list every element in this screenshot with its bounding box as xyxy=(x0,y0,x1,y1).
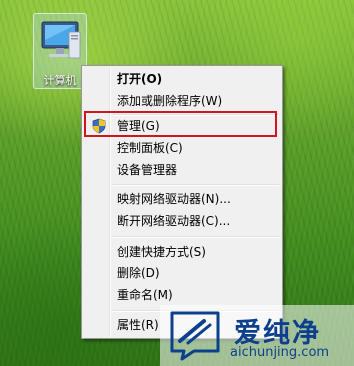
menu-item-device-manager[interactable]: 设备管理器 xyxy=(85,159,279,181)
watermark-url: aichunjing.com xyxy=(230,345,330,360)
watermark: 爱纯净 aichunjing.com xyxy=(160,305,354,366)
menu-item-label: 重命名(M) xyxy=(117,288,173,302)
menu-item-label: 属性(R) xyxy=(117,318,159,332)
menu-item-disconnect-network-drive[interactable]: 断开网络驱动器(C)... xyxy=(85,210,279,232)
site-logo-icon xyxy=(170,311,220,361)
menu-item-create-shortcut[interactable]: 创建快捷方式(S) xyxy=(85,241,279,263)
menu-separator xyxy=(113,236,279,238)
menu-item-label: 删除(D) xyxy=(117,266,160,280)
menu-item-label: 添加或删除程序(W) xyxy=(117,94,223,108)
computer-icon xyxy=(41,21,81,59)
desktop-icon-computer[interactable]: 计算机 xyxy=(33,13,87,89)
menu-separator xyxy=(113,184,279,186)
menu-item-open[interactable]: 打开(O) xyxy=(85,68,279,90)
menu-item-label: 控制面板(C) xyxy=(117,141,183,155)
context-menu: 打开(O) 添加或删除程序(W) 管理(G) 控制面板(C) 设备管理器 映射网… xyxy=(81,65,283,339)
menu-item-add-remove-programs[interactable]: 添加或删除程序(W) xyxy=(85,90,279,112)
desktop-icon-label: 计算机 xyxy=(43,74,77,87)
menu-item-map-network-drive[interactable]: 映射网络驱动器(N)... xyxy=(85,188,279,210)
menu-item-label: 映射网络驱动器(N)... xyxy=(117,192,231,206)
menu-item-rename[interactable]: 重命名(M) xyxy=(85,284,279,306)
highlight-box xyxy=(84,111,277,137)
menu-item-label: 设备管理器 xyxy=(117,163,178,177)
menu-item-control-panel[interactable]: 控制面板(C) xyxy=(85,137,279,159)
menu-item-delete[interactable]: 删除(D) xyxy=(85,262,279,284)
menu-item-label: 创建快捷方式(S) xyxy=(117,245,206,259)
menu-item-label: 打开(O) xyxy=(117,72,163,86)
menu-item-label: 断开网络驱动器(C)... xyxy=(117,214,231,228)
